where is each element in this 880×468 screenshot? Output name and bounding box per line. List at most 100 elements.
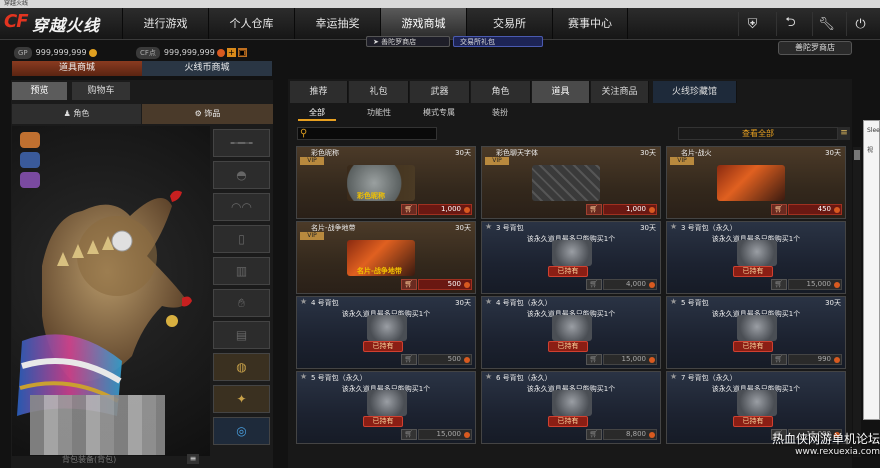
product-card[interactable]: 名片-战火 30天 VIP 🛒︎ 450 — [666, 146, 846, 219]
add-to-cart-button[interactable]: 🛒︎ — [401, 279, 417, 290]
category-gift[interactable]: 礼包 — [349, 81, 409, 103]
add-to-cart-button[interactable]: 🛒︎ — [401, 204, 417, 215]
nav-tab-play[interactable]: 进行游戏 — [122, 8, 208, 39]
product-duration: 30天 — [455, 224, 471, 232]
subtab-functional[interactable]: 功能性 — [356, 105, 402, 121]
add-to-cart-button[interactable]: 🛒︎ — [586, 429, 602, 440]
add-to-cart-button[interactable]: 🛒︎ — [771, 204, 787, 215]
product-card[interactable]: ★ 6 号背包（永久） 该永久道具最多只能购买1个 已持有 🛒︎ 8,800 — [481, 371, 661, 444]
pattern-blue-icon[interactable] — [20, 152, 40, 168]
subtab-mode[interactable]: 模式专属 — [414, 105, 464, 121]
product-card[interactable]: ★ 4 号背包 30天 该永久道具最多只能购买1个 已持有 🛒︎ 500 — [296, 296, 476, 369]
favorite-star-icon[interactable]: ★ — [485, 222, 492, 231]
gift-icon[interactable]: ▣ — [237, 48, 247, 57]
filter-dropdown[interactable]: 查看全部 — [678, 127, 838, 140]
product-card[interactable]: ★ 3 号背包（永久） 该永久道具最多只能购买1个 已持有 🛒︎ 15,000 — [666, 221, 846, 294]
slot-head[interactable]: ◓ — [213, 161, 270, 189]
tab-character[interactable]: ♟ 角色 — [12, 104, 141, 124]
favorite-star-icon[interactable]: ★ — [670, 372, 677, 381]
add-to-cart-button[interactable]: 🛒︎ — [771, 354, 787, 365]
scrollbar[interactable] — [853, 147, 861, 457]
category-items[interactable]: 道具 — [532, 81, 590, 103]
subnav-exchange-pack[interactable]: 交易所礼包 — [453, 36, 543, 47]
product-image-label: 名片-战争地带 — [357, 267, 402, 275]
category-collection[interactable]: 火线珍藏馆 — [653, 81, 737, 103]
wrench-icon[interactable]: 🔧︎ — [812, 12, 840, 36]
back-icon[interactable]: ⮌ — [776, 12, 804, 36]
category-recommend[interactable]: 推荐 — [290, 81, 348, 103]
power-icon[interactable]: ⏻ — [846, 12, 874, 36]
nav-tab-lottery[interactable]: 幸运抽奖 — [294, 8, 380, 39]
product-card[interactable]: 彩色昵称 30天 VIP 彩色昵称 🛒︎ 1,000 — [296, 146, 476, 219]
category-character[interactable]: 角色 — [471, 81, 531, 103]
nav-tab-shop[interactable]: 游戏商城 — [380, 8, 466, 39]
pattern-purple-icon[interactable] — [20, 172, 40, 188]
cf-coin-icon — [649, 207, 655, 213]
slot-gloves[interactable]: ✋︎ — [213, 289, 270, 317]
product-name: 5 号背包 — [681, 299, 709, 307]
search-input[interactable] — [314, 128, 434, 139]
product-image — [552, 315, 592, 341]
add-to-cart-button[interactable]: 🛒︎ — [771, 279, 787, 290]
tab-cart[interactable]: 购物车 — [72, 82, 130, 100]
game-logo: CF 穿越火线 — [4, 10, 116, 38]
slot-ornament[interactable]: ✦ — [213, 385, 270, 413]
tab-accessory[interactable]: ⚙ 饰品 — [142, 104, 273, 124]
product-card[interactable]: ★ 5 号背包（永久） 该永久道具最多只能购买1个 已持有 🛒︎ 15,000 — [296, 371, 476, 444]
popup-text-1: Slee — [867, 127, 880, 134]
pattern-orange-icon[interactable] — [20, 132, 40, 148]
vip-badge: VIP — [485, 157, 509, 165]
search-icon[interactable]: ⚲ — [300, 128, 311, 139]
gp-value: 999,999,999 — [35, 48, 87, 57]
shield-icon[interactable]: ⛨ — [738, 12, 766, 36]
nav-tab-exchange[interactable]: 交易所 — [466, 8, 552, 39]
slot-face[interactable]: ▯ — [213, 225, 270, 253]
slot-ring[interactable]: ◍ — [213, 353, 270, 381]
product-name: 7 号背包（永久） — [681, 374, 737, 382]
product-card[interactable]: ★ 5 号背包 30天 该永久道具最多只能购买1个 已持有 🛒︎ 990 — [666, 296, 846, 369]
category-weapon[interactable]: 武器 — [410, 81, 470, 103]
nav-tab-events[interactable]: 赛事中心 — [552, 8, 628, 39]
subtab-all[interactable]: 全部 — [298, 105, 336, 121]
subtab-cosmetic[interactable]: 装扮 — [480, 105, 520, 121]
owned-badge: 已持有 — [363, 341, 403, 352]
product-image — [552, 240, 592, 266]
favorite-star-icon[interactable]: ★ — [485, 372, 492, 381]
product-card[interactable]: 名片-战争地带 30天 VIP 名片-战争地带 🛒︎ 500 — [296, 221, 476, 294]
logo-title: 穿越火线 — [32, 16, 101, 35]
add-to-cart-button[interactable]: 🛒︎ — [401, 429, 417, 440]
tab-coin-mall[interactable]: 火线币商城 — [142, 61, 272, 76]
add-to-cart-button[interactable]: 🛒︎ — [586, 204, 602, 215]
product-name: 3 号背包 — [496, 224, 524, 232]
product-duration: 30天 — [455, 299, 471, 307]
filter-menu-icon[interactable]: ≡ — [838, 127, 850, 140]
scrollbar-thumb[interactable] — [854, 150, 860, 160]
slot-body[interactable]: ▥ — [213, 257, 270, 285]
bracelet-icon: ◎ — [236, 424, 247, 438]
mandala-shop-button[interactable]: 善陀罗商店 — [778, 41, 852, 55]
recharge-plus-icon[interactable]: + — [226, 48, 236, 57]
tab-item-mall[interactable]: 道具商城 — [12, 61, 142, 76]
slot-weapon[interactable]: ╾━╼ — [213, 129, 270, 157]
favorite-star-icon[interactable]: ★ — [670, 222, 677, 231]
favorite-star-icon[interactable]: ★ — [300, 297, 307, 306]
tab-preview[interactable]: 预览 — [12, 82, 67, 100]
product-card[interactable]: 彩色聊天字体 30天 VIP 🛒︎ 1,000 — [481, 146, 661, 219]
product-card[interactable]: ★ 3 号背包 30天 该永久道具最多只能购买1个 已持有 🛒︎ 4,000 — [481, 221, 661, 294]
add-to-cart-button[interactable]: 🛒︎ — [401, 354, 417, 365]
category-followed[interactable]: 关注商品 — [591, 81, 649, 103]
favorite-star-icon[interactable]: ★ — [670, 297, 677, 306]
slot-bag[interactable]: ▤ — [213, 321, 270, 349]
product-duration: 30天 — [640, 224, 656, 232]
add-to-cart-button[interactable]: 🛒︎ — [586, 279, 602, 290]
subnav-mandala-shop[interactable]: ➤ 善陀罗商店 — [366, 36, 450, 47]
favorite-star-icon[interactable]: ★ — [300, 372, 307, 381]
nav-tab-inventory[interactable]: 个人仓库 — [208, 8, 294, 39]
add-to-cart-button[interactable]: 🛒︎ — [586, 354, 602, 365]
slot-bracelet[interactable]: ◎ — [213, 417, 270, 445]
menu-icon[interactable]: ≡ — [187, 454, 199, 464]
favorite-star-icon[interactable]: ★ — [485, 297, 492, 306]
product-card[interactable]: ★ 4 号背包（永久） 该永久道具最多只能购买1个 已持有 🛒︎ 15,000 — [481, 296, 661, 369]
popup-text-2: 视 — [867, 147, 874, 154]
slot-glasses[interactable]: ◠◠ — [213, 193, 270, 221]
